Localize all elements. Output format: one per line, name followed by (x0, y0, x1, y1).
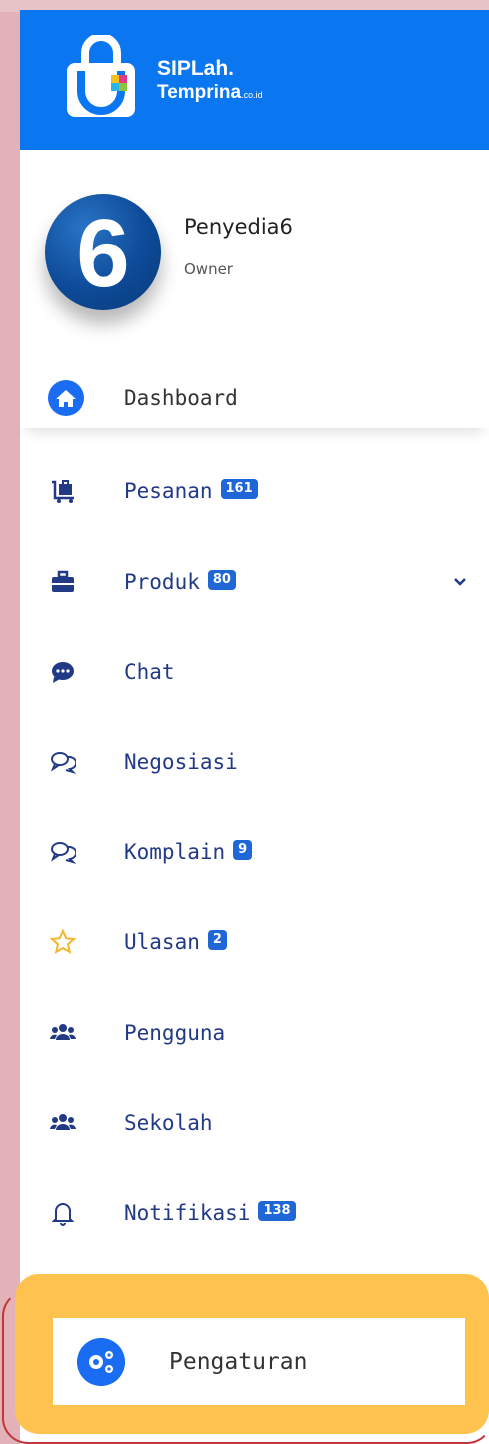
avatar[interactable]: 6 (45, 194, 161, 310)
nav-item-notifikasi[interactable]: Notifikasi 138 (20, 1183, 489, 1243)
nav-item-pesanan[interactable]: Pesanan 161 (20, 461, 489, 521)
comments-icon (50, 752, 76, 774)
nav-label-pesanan: Pesanan 161 (124, 479, 258, 503)
nav-label-pengguna: Pengguna (124, 1021, 226, 1045)
profile-role: Owner (184, 260, 233, 278)
nav-label-dashboard: Dashboard (124, 386, 238, 410)
nav-item-pengguna[interactable]: Pengguna (20, 1003, 489, 1063)
gears-icon (77, 1337, 125, 1386)
avatar-number: 6 (76, 200, 129, 307)
badge-produk: 80 (207, 570, 236, 590)
comments-icon (50, 842, 76, 864)
profile-name: Penyedia6 (184, 215, 293, 239)
nav-label-sekolah: Sekolah (124, 1111, 213, 1135)
brand-name: SIPLah. (157, 57, 235, 80)
chat-bubble-icon (52, 662, 74, 683)
nav-label-chat: Chat (124, 660, 175, 684)
nav-label-negosiasi: Negosiasi (124, 750, 238, 774)
nav-label-notifikasi: Notifikasi 138 (124, 1201, 296, 1225)
nav-item-negosiasi[interactable]: Negosiasi (20, 732, 489, 792)
nav-label-produk: Produk 80 (124, 570, 236, 594)
bell-icon (51, 1203, 75, 1226)
brand-suffix: .co.id (241, 90, 263, 100)
logo-icon (67, 35, 135, 117)
nav-item-sekolah[interactable]: Sekolah (20, 1093, 489, 1153)
nav-item-dashboard[interactable]: Dashboard (20, 368, 489, 428)
nav-item-chat[interactable]: Chat (20, 642, 489, 702)
shopping-cart-icon (52, 480, 74, 503)
nav-label-komplain: Komplain 9 (124, 840, 253, 864)
badge-pesanan: 161 (220, 479, 258, 499)
brand-header: SIPLah. Temprina.co.id (20, 10, 489, 150)
badge-komplain: 9 (233, 840, 253, 860)
brand-subname: Temprina.co.id (157, 82, 263, 103)
badge-ulasan: 2 (207, 930, 227, 950)
chevron-down-icon[interactable] (452, 574, 468, 590)
users-icon (50, 1024, 76, 1040)
badge-notifikasi: 138 (258, 1201, 296, 1221)
nav-label-pengaturan: Pengaturan (169, 1348, 308, 1375)
star-icon (50, 929, 76, 955)
users-icon (50, 1114, 76, 1130)
nav-item-ulasan[interactable]: Ulasan 2 (20, 912, 489, 972)
sidebar: SIPLah. Temprina.co.id 6 Penyedia6 Owner… (20, 10, 489, 1444)
profile-card: 6 Penyedia6 Owner (20, 150, 489, 355)
briefcase-icon (52, 570, 74, 592)
nav-label-ulasan: Ulasan 2 (124, 930, 227, 954)
nav-item-pengaturan[interactable]: Pengaturan (53, 1318, 465, 1405)
nav-item-produk[interactable]: Produk 80 (20, 552, 489, 612)
home-icon (48, 380, 84, 416)
nav-item-komplain[interactable]: Komplain 9 (20, 822, 489, 882)
